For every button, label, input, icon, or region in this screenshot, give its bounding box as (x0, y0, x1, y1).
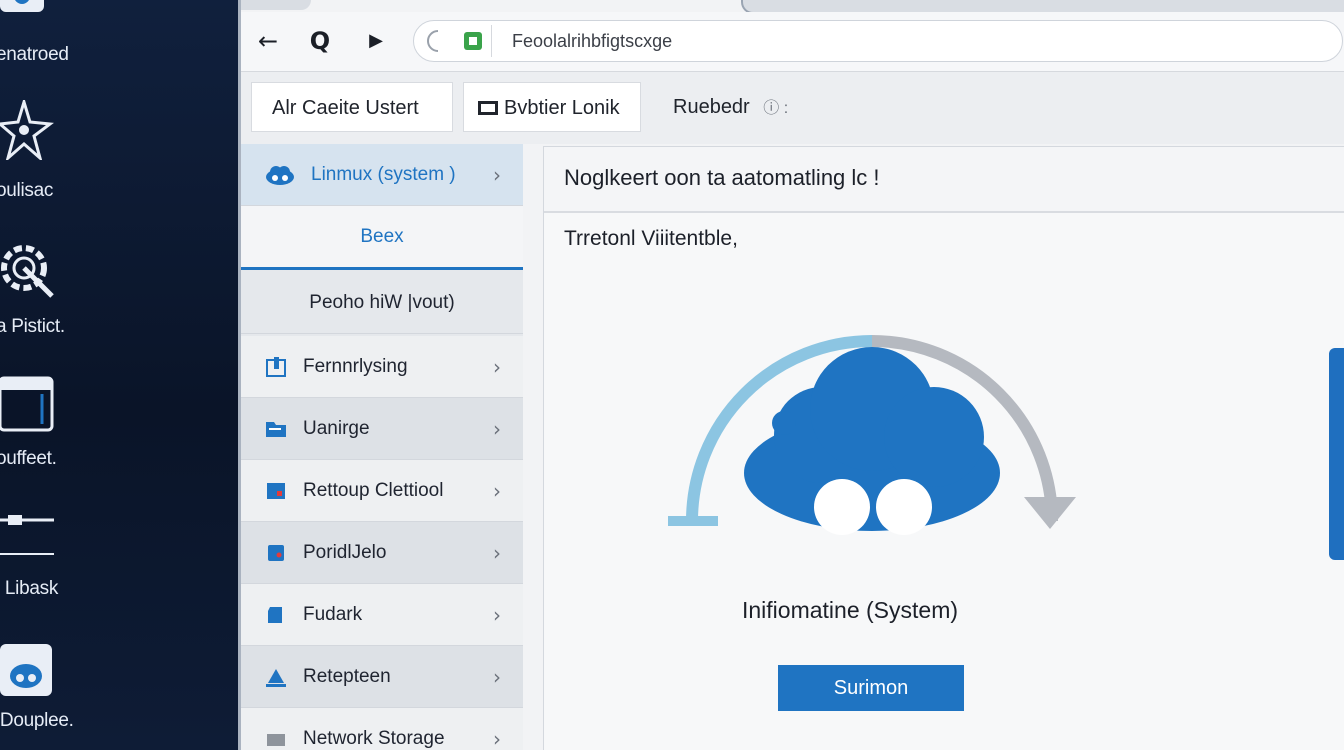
chevron-right-icon: › (493, 540, 501, 565)
page-icon (478, 101, 498, 115)
folder-icon (0, 376, 54, 432)
page-title: Noglkeert oon ta aatomatling lc ! (564, 165, 880, 190)
shield-icon (427, 30, 482, 52)
bookmark-item[interactable]: Alr Caeite Ustert (251, 82, 453, 132)
desktop-icon-label: i Libask (0, 578, 59, 599)
site-info[interactable] (420, 25, 492, 57)
sidebar-item-label: Rettoup Clettiool (303, 479, 444, 501)
sidebar-item-label: Linmux (system ) (311, 163, 456, 185)
forward-button[interactable]: ▶ (361, 26, 391, 56)
bookmark-item[interactable]: Ruebedr ⓘ : (653, 82, 808, 132)
sidebar-item-label: Peoho hiW |vout) (309, 291, 455, 313)
sidebar-item-beex[interactable]: Beex (241, 206, 523, 270)
sidebar-item-label: Fudark (303, 603, 363, 625)
info-icon: ⓘ : (763, 100, 789, 117)
chevron-right-icon: › (493, 354, 501, 379)
sidebar-item-poridljelo[interactable]: PoridlJelo › (241, 522, 523, 584)
bookmark-label: Bvbtier Lonik (504, 97, 620, 119)
gauge-arrow-icon (1024, 497, 1076, 529)
cloud-logo-icon (744, 347, 1000, 535)
sidebar-item-network-storage[interactable]: Network Storage › (241, 708, 523, 750)
gear-icon (1, 245, 54, 298)
browser-window: ← Q ▶ Feoolalrihbfigtscxge Alr Caeite Us… (238, 0, 1344, 750)
desktop-icon-label: oulisac (0, 180, 54, 201)
sidebar-item-label: Network Storage (303, 728, 445, 749)
sidebar-item-retepteen[interactable]: Retepteen › (241, 646, 523, 708)
desktop-icon-label: lDouplee. (0, 710, 74, 731)
device-icon (266, 356, 286, 377)
chevron-right-icon: › (493, 664, 501, 689)
submit-button[interactable]: Surimon (778, 665, 964, 711)
url-text[interactable]: Feoolalrihbfigtscxge (512, 31, 672, 52)
cloud-folder-icon (0, 644, 52, 696)
star-icon (0, 100, 54, 160)
chevron-right-icon: › (493, 162, 501, 187)
bookmark-item[interactable]: Bvbtier Lonik (463, 82, 641, 132)
user-icon (266, 668, 286, 687)
sidebar-item-fernnrlysing[interactable]: Fernnrlysing › (241, 336, 523, 398)
tab-strip-left (241, 0, 311, 10)
sidebar-item-fudark[interactable]: Fudark › (241, 584, 523, 646)
storage-icon (267, 734, 285, 746)
sidebar-item-linux[interactable]: Linmux (system ) › (241, 144, 523, 206)
sidebar-item-peoho[interactable]: Peoho hiW |vout) (241, 272, 523, 334)
sidebar-item-label: Uanirge (303, 417, 370, 439)
sidebar-item-label: Fernnrlysing (303, 355, 408, 377)
back-button[interactable]: ← (253, 26, 283, 56)
bookmark-label: Alr Caeite Ustert (272, 97, 419, 119)
progress-gauge (668, 335, 1076, 535)
sidebar-item-uanirge[interactable]: Uanirge › (241, 398, 523, 460)
desktop-icon-label: enatroed (0, 44, 69, 65)
system-caption: Inifiomatine (System) (742, 597, 959, 623)
cloud-icon (266, 165, 294, 185)
desktop: enatroed oulisac a Pistict. ouffeet. i L… (0, 0, 238, 750)
drive-icon (268, 544, 284, 561)
chevron-right-icon: › (493, 727, 501, 750)
address-bar[interactable]: Feoolalrihbfigtscxge (413, 20, 1343, 62)
desktop-icon-label: ouffeet. (0, 448, 57, 469)
chevron-right-icon: › (493, 416, 501, 441)
page-subtitle: Trretonl Viiitentble, (564, 227, 738, 250)
sidebar-item-backup[interactable]: Rettoup Clettiool › (241, 460, 523, 522)
chevron-right-icon: › (493, 478, 501, 503)
sidebar: Linmux (system ) › Beex Peoho hiW |vout)… (241, 144, 523, 750)
navigation-bar: ← Q ▶ Feoolalrihbfigtscxge (241, 12, 1344, 72)
bookmark-label: Ruebedr (673, 96, 750, 118)
network-icon (0, 0, 44, 12)
drive-icon (0, 515, 54, 555)
chevron-right-icon: › (493, 602, 501, 627)
side-panel-handle[interactable] (1329, 348, 1344, 560)
bookmark-bar: Alr Caeite Ustert Bvbtier Lonik Ruebedr … (241, 72, 1344, 144)
server-icon (268, 606, 282, 623)
desktop-icon-label: a Pistict. (0, 316, 65, 337)
panel-header: Noglkeert oon ta aatomatling lc ! (544, 147, 1344, 213)
sidebar-item-label: PoridlJelo (303, 541, 387, 563)
sidebar-item-label: Beex (360, 225, 404, 247)
folder-icon (266, 421, 286, 437)
gauge-start-cap (668, 516, 718, 526)
sidebar-item-label: Retepteen (303, 665, 391, 687)
backup-icon (267, 482, 285, 499)
search-button[interactable]: Q (305, 26, 335, 56)
main-panel: Noglkeert oon ta aatomatling lc ! Trreto… (543, 146, 1344, 750)
